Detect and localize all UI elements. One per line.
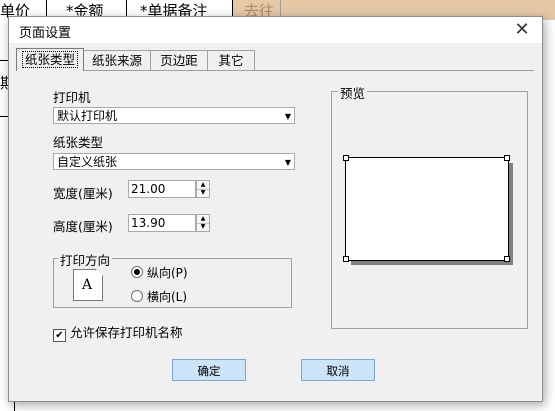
close-icon[interactable]: ✕ <box>510 19 534 41</box>
tab-other[interactable]: 其它 <box>207 50 255 70</box>
height-input[interactable]: 13.90 <box>128 214 196 232</box>
tab-paper-source[interactable]: 纸张来源 <box>83 50 151 70</box>
portrait-radio[interactable]: 纵向(P) <box>131 264 188 281</box>
printer-label: 打印机 <box>53 90 91 105</box>
stepper-down-icon[interactable]: ▼ <box>197 223 209 231</box>
dialog-title: 页面设置 <box>19 26 72 41</box>
corner-handle <box>504 256 510 262</box>
landscape-radio[interactable]: 横向(L) <box>131 288 187 305</box>
corner-handle <box>343 256 349 262</box>
paper-type-select-value: 自定义纸张 <box>57 155 118 169</box>
printer-select[interactable]: 默认打印机 ▼ <box>53 107 295 124</box>
preview-group: 预览 <box>331 83 528 329</box>
portrait-document-icon: A <box>73 269 103 301</box>
height-stepper[interactable]: ▲ ▼ <box>196 214 210 232</box>
preview-title: 预览 <box>338 83 368 102</box>
page-setup-dialog: 页面设置 ✕ 纸张类型 纸张来源 页边距 其它 打印机 默认打印机 ▼ 纸张类型… <box>8 16 543 402</box>
paper-type-label: 纸张类型 <box>53 135 104 150</box>
stepper-down-icon[interactable]: ▼ <box>197 189 209 197</box>
width-stepper[interactable]: ▲ ▼ <box>196 180 210 198</box>
height-label: 高度(厘米) <box>53 219 113 234</box>
tab-paper-type[interactable]: 纸张类型 <box>16 48 84 71</box>
checkbox-checked-icon: ✔ <box>53 329 66 342</box>
orientation-group: 打印方向 A 纵向(P) 横向(L) <box>53 250 292 308</box>
chevron-down-icon: ▼ <box>284 158 291 167</box>
dialog-titlebar[interactable]: 页面设置 ✕ <box>9 17 542 43</box>
radio-unselected-icon <box>131 290 143 302</box>
corner-handle <box>504 155 510 161</box>
corner-handle <box>343 155 349 161</box>
orientation-title: 打印方向 <box>58 250 113 269</box>
ok-button[interactable]: 确定 <box>172 359 246 381</box>
paper-preview <box>345 157 509 261</box>
radio-selected-icon <box>131 266 143 278</box>
paper-type-select[interactable]: 自定义纸张 ▼ <box>53 153 295 170</box>
width-label: 宽度(厘米) <box>53 186 113 201</box>
chevron-down-icon: ▼ <box>284 112 291 121</box>
cancel-button[interactable]: 取消 <box>301 359 375 381</box>
allow-save-printer-checkbox[interactable]: ✔ 允许保存打印机名称 <box>53 322 183 342</box>
printer-select-value: 默认打印机 <box>57 109 118 123</box>
tab-margins[interactable]: 页边距 <box>150 50 208 70</box>
width-input[interactable]: 21.00 <box>128 180 196 198</box>
tab-panel-border <box>16 70 534 71</box>
